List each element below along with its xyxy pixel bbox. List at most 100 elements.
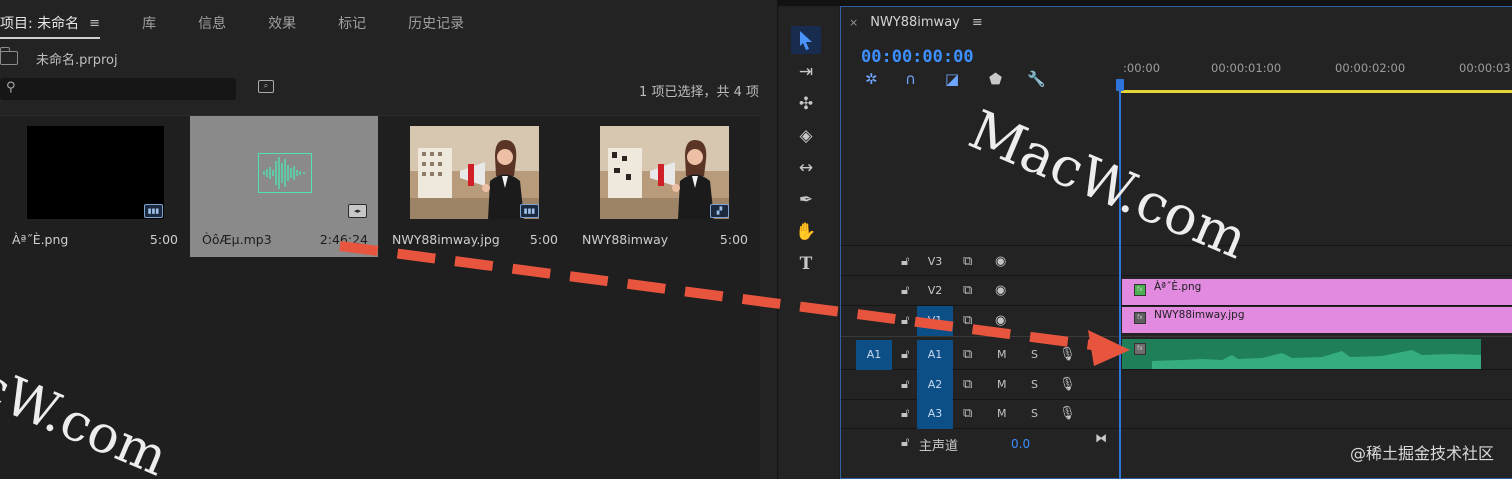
ruler-tick: 00:00:02:00 bbox=[1335, 61, 1406, 75]
track-header-v3: 🔓︎ V3 ⧉ ◉ bbox=[841, 247, 1121, 277]
track-header-a3: 🔓︎ A3 ⧉ M S 🎙︎ bbox=[841, 399, 1121, 429]
mute-button[interactable]: M bbox=[997, 340, 1007, 370]
tab-info[interactable]: 信息 bbox=[198, 13, 226, 33]
track-header-v1: 🔓︎ V1 ⧉ ◉ bbox=[841, 306, 1121, 336]
search-icon: ⚲ bbox=[6, 80, 16, 95]
lock-icon[interactable]: 🔓︎ bbox=[901, 306, 909, 336]
search-field[interactable]: ⚲ bbox=[0, 78, 236, 100]
clip-v2[interactable]: fx Àª˝È.png bbox=[1122, 279, 1512, 305]
work-area-bar[interactable] bbox=[1121, 90, 1512, 93]
fx-badge-icon: fx bbox=[1134, 312, 1146, 324]
clip-name: Àª˝È.png bbox=[1154, 281, 1202, 293]
solo-button[interactable]: S bbox=[1031, 340, 1038, 370]
track-header-a1: A1 🔓︎ A1 ⧉ M S 🎙︎ bbox=[841, 340, 1121, 370]
sync-lock-icon[interactable]: ⧉ bbox=[963, 306, 972, 336]
sync-lock-icon[interactable]: ⧉ bbox=[963, 340, 972, 370]
video-clip-badge-icon: ▮▮▮ bbox=[144, 204, 163, 218]
microphone-icon[interactable]: 🎙︎ bbox=[1059, 399, 1076, 429]
type-tool-icon[interactable]: T bbox=[791, 250, 821, 278]
track-label[interactable]: A3 bbox=[917, 399, 953, 429]
selection-tool-icon[interactable] bbox=[791, 26, 821, 54]
close-icon[interactable]: × bbox=[849, 16, 858, 29]
solo-button[interactable]: S bbox=[1031, 370, 1038, 400]
master-volume-value[interactable]: 0.0 bbox=[1011, 437, 1030, 451]
solo-button[interactable]: S bbox=[1031, 399, 1038, 429]
waveform-icon bbox=[258, 153, 312, 193]
sequence-tab[interactable]: × NWY88imway ≡ bbox=[849, 15, 983, 30]
sync-lock-icon[interactable]: ⧉ bbox=[963, 399, 972, 429]
slip-tool-icon[interactable]: ↔ bbox=[791, 154, 821, 182]
razor-tool-icon[interactable]: ◈ bbox=[791, 122, 821, 150]
go-to-end-icon[interactable]: ⧓ bbox=[1095, 431, 1107, 445]
lock-icon[interactable]: 🔓︎ bbox=[901, 428, 909, 458]
lock-icon[interactable]: 🔓︎ bbox=[901, 340, 909, 370]
track-select-tool-icon[interactable]: ⇥ bbox=[791, 58, 821, 86]
tab-markers[interactable]: 标记 bbox=[338, 13, 366, 33]
track-label[interactable]: A2 bbox=[917, 370, 953, 400]
tab-history[interactable]: 历史记录 bbox=[408, 13, 464, 33]
av-divider bbox=[841, 336, 1512, 337]
track-label[interactable]: V3 bbox=[917, 247, 953, 277]
playhead-timecode[interactable]: 00:00:00:00 bbox=[861, 47, 974, 67]
panel-menu-icon[interactable]: ≡ bbox=[972, 15, 983, 30]
tab-libraries[interactable]: 库 bbox=[142, 13, 156, 33]
audio-clip-badge-icon: ◂▸ bbox=[348, 204, 367, 218]
nest-icon[interactable]: ✲ bbox=[865, 70, 878, 88]
media-item-duration: 5:00 bbox=[529, 232, 558, 247]
lock-icon[interactable]: 🔓︎ bbox=[901, 399, 909, 429]
media-item-duration: 2:46:24 bbox=[319, 232, 368, 247]
tools-panel: ⇥ ✣ ◈ ↔ ✒ ✋ T bbox=[779, 6, 839, 479]
lock-icon[interactable]: 🔓︎ bbox=[901, 276, 909, 306]
media-item[interactable]: ▮▮▮ Àª˝È.png 5:00 bbox=[0, 116, 188, 257]
linked-selection-icon[interactable]: ◪ bbox=[945, 70, 959, 88]
folder-icon bbox=[0, 47, 18, 65]
sync-lock-icon[interactable]: ⧉ bbox=[963, 370, 972, 400]
media-item-name: NWY88imway.jpg bbox=[392, 232, 500, 247]
hand-tool-icon[interactable]: ✋ bbox=[791, 218, 821, 246]
tab-project[interactable]: 项目: 未命名 ≡ bbox=[0, 13, 101, 39]
panel-menu-icon[interactable]: ≡ bbox=[89, 16, 100, 31]
mute-button[interactable]: M bbox=[997, 370, 1007, 400]
media-item[interactable]: ▞ NWY88imway 5:00 bbox=[570, 116, 758, 257]
snap-magnet-icon[interactable]: ∩ bbox=[905, 70, 916, 88]
media-item-duration: 5:00 bbox=[149, 232, 178, 247]
media-item-name: ÒôÆµ.mp3 bbox=[202, 232, 272, 247]
sequence-badge-icon: ▞ bbox=[710, 204, 729, 218]
media-item[interactable]: ▮▮▮ NWY88imway.jpg 5:00 bbox=[380, 116, 568, 257]
clip-v1[interactable]: fx NWY88imway.jpg bbox=[1122, 307, 1512, 333]
microphone-icon[interactable]: 🎙︎ bbox=[1059, 340, 1076, 370]
pen-tool-icon[interactable]: ✒ bbox=[791, 186, 821, 214]
clip-name: NWY88imway.jpg bbox=[1154, 309, 1245, 321]
add-marker-icon[interactable]: ⬟ bbox=[989, 70, 1002, 88]
microphone-icon[interactable]: 🎙︎ bbox=[1059, 370, 1076, 400]
mute-button[interactable]: M bbox=[997, 399, 1007, 429]
track-header-v2: 🔓︎ V2 ⧉ ◉ bbox=[841, 276, 1121, 306]
track-label[interactable]: A1 bbox=[917, 340, 953, 370]
fx-badge-icon: fx bbox=[1134, 284, 1146, 296]
credit-text: @稀土掘金技术社区 bbox=[1349, 444, 1494, 463]
audio-waveform bbox=[1152, 350, 1481, 369]
lock-icon[interactable]: 🔓︎ bbox=[901, 370, 909, 400]
ruler-tick: 00:00:03: bbox=[1459, 61, 1512, 75]
settings-wrench-icon[interactable]: 🔧 bbox=[1027, 70, 1046, 88]
image-clip-badge-icon: ▮▮▮ bbox=[520, 204, 539, 218]
sync-lock-icon[interactable]: ⧉ bbox=[963, 247, 972, 277]
media-item[interactable]: ◂▸ ÒôÆµ.mp3 2:46:24 bbox=[190, 116, 378, 257]
sync-lock-icon[interactable]: ⧉ bbox=[963, 276, 972, 306]
ruler-tick: 00:00:01:00 bbox=[1211, 61, 1282, 75]
tab-effects[interactable]: 效果 bbox=[268, 13, 296, 33]
eye-icon[interactable]: ◉ bbox=[995, 306, 1006, 336]
lock-icon[interactable]: 🔓︎ bbox=[901, 247, 909, 277]
eye-icon[interactable]: ◉ bbox=[995, 247, 1006, 277]
ripple-edit-tool-icon[interactable]: ✣ bbox=[791, 90, 821, 118]
track-label[interactable]: V2 bbox=[917, 276, 953, 306]
source-patch[interactable]: A1 bbox=[856, 340, 892, 370]
track-label[interactable]: V1 bbox=[917, 306, 953, 336]
new-bin-icon[interactable]: ⌕ bbox=[258, 80, 274, 93]
sequence-name: NWY88imway bbox=[870, 15, 960, 30]
media-item-duration: 5:00 bbox=[719, 232, 748, 247]
eye-icon[interactable]: ◉ bbox=[995, 276, 1006, 306]
media-item-name: Àª˝È.png bbox=[12, 232, 69, 247]
playhead-line[interactable] bbox=[1119, 81, 1121, 479]
clip-a1[interactable]: fx bbox=[1122, 339, 1481, 369]
